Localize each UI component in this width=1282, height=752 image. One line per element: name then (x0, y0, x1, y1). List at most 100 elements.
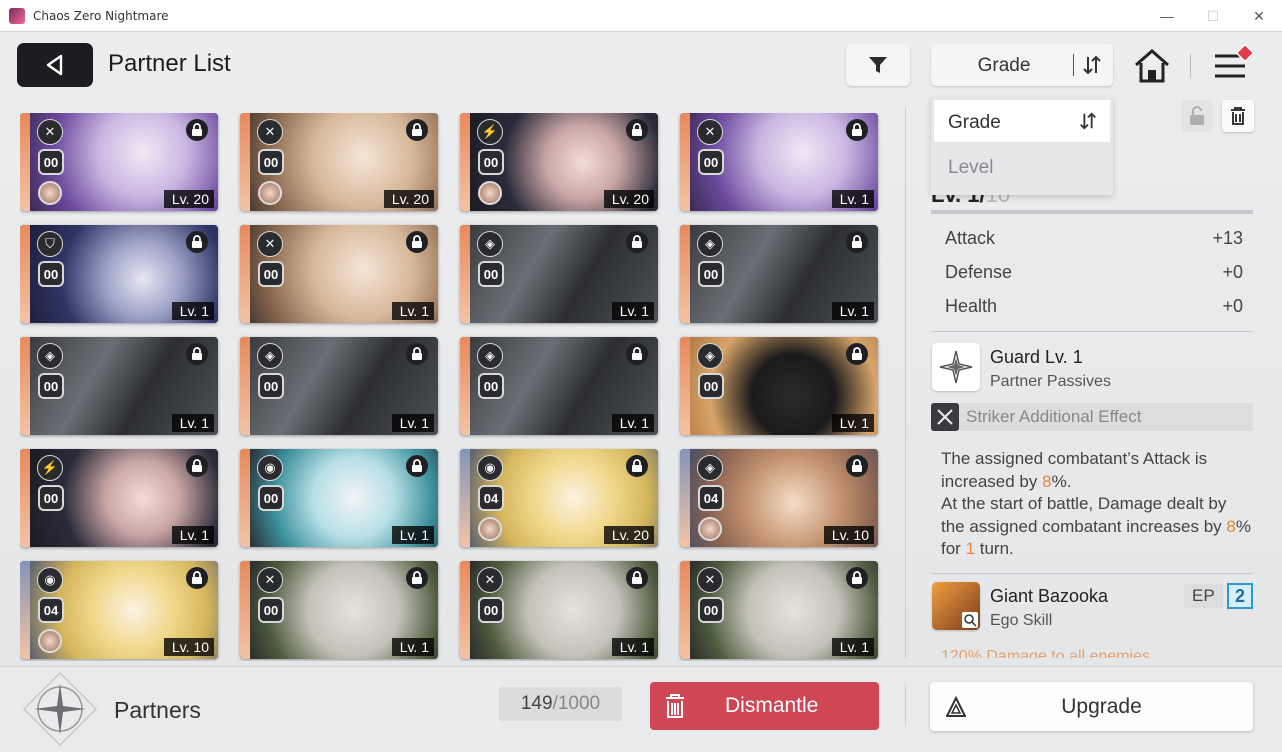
partner-card[interactable]: ◈ 00 Lv. 1 (680, 337, 878, 435)
partner-level-badge: Lv. 10 (163, 638, 214, 656)
partner-count-badge: 00 (478, 149, 504, 175)
partner-card[interactable]: ✕ 00 Lv. 1 (680, 113, 878, 211)
lock-icon[interactable] (186, 231, 208, 253)
assigned-combatant-avatar (478, 517, 502, 541)
lock-icon[interactable] (626, 567, 648, 589)
partner-card[interactable]: ✕ 00 Lv. 20 (240, 113, 438, 211)
lock-icon[interactable] (626, 455, 648, 477)
partner-count-badge: 00 (38, 373, 64, 399)
minimize-button[interactable]: — (1144, 0, 1190, 32)
count-max: 1000 (557, 693, 601, 714)
partner-card[interactable]: ✕ 00 Lv. 1 (240, 561, 438, 659)
hunter-icon: ◈ (257, 343, 283, 369)
partner-count-badge: 04 (478, 485, 504, 511)
passive-skill-icon[interactable] (932, 343, 980, 391)
striker-icon: ✕ (257, 231, 283, 257)
partner-card[interactable]: ✕ 00 Lv. 1 (460, 561, 658, 659)
assigned-combatant-avatar (698, 517, 722, 541)
partner-card[interactable]: ◉ 04 Lv. 10 (20, 561, 218, 659)
partner-level-badge: Lv. 10 (823, 526, 874, 544)
partner-card[interactable]: ⛉ 00 Lv. 1 (20, 225, 218, 323)
filter-button[interactable] (846, 44, 910, 86)
ego-skill-description: 120% Damage to all enemies (941, 648, 1151, 658)
vanguard-icon: ⛉ (37, 231, 63, 257)
maximize-button[interactable]: ☐ (1190, 0, 1236, 32)
desc-value: 8 (1042, 471, 1052, 491)
stat-name: Health (945, 296, 998, 316)
partner-card[interactable]: ⚡ 00 Lv. 20 (460, 113, 658, 211)
partner-level-badge: Lv. 1 (171, 526, 214, 544)
close-button[interactable]: ✕ (1236, 0, 1282, 32)
lock-icon[interactable] (186, 343, 208, 365)
window-titlebar: Chaos Zero Nightmare — ☐ ✕ (0, 0, 1282, 32)
delete-button[interactable] (1222, 100, 1254, 132)
striker-icon: ✕ (257, 119, 283, 145)
class-effect-bar: Striker Additional Effect (931, 403, 1253, 431)
partner-card[interactable]: ⚡ 00 Lv. 1 (20, 449, 218, 547)
dismantle-button[interactable]: Dismantle (650, 682, 879, 730)
lock-icon[interactable] (626, 343, 648, 365)
ego-skill-name: Giant Bazooka (990, 586, 1109, 606)
partner-level-badge: Lv. 20 (603, 526, 654, 544)
hunter-icon: ◈ (477, 231, 503, 257)
upgrade-button[interactable]: Upgrade (930, 682, 1253, 731)
lock-icon[interactable] (846, 567, 868, 589)
filter-icon (869, 57, 887, 73)
lock-icon[interactable] (846, 455, 868, 477)
home-icon[interactable] (1133, 48, 1171, 84)
partner-count-badge: 00 (258, 485, 284, 511)
stat-name: Defense (945, 262, 1013, 282)
partner-level-badge: Lv. 1 (391, 638, 434, 656)
partner-count-badge: 00 (698, 149, 724, 175)
lock-icon[interactable] (406, 455, 428, 477)
assigned-combatant-avatar (258, 181, 282, 205)
lock-icon[interactable] (406, 119, 428, 141)
partner-card[interactable]: ✕ 00 Lv. 20 (20, 113, 218, 211)
sort-option-grade[interactable]: Grade (934, 100, 1110, 142)
partner-card[interactable]: ✕ 00 Lv. 1 (680, 561, 878, 659)
partner-card[interactable]: ◈ 00 Lv. 1 (240, 337, 438, 435)
partner-count-badge: 00 (38, 485, 64, 511)
sort-order-icon[interactable] (1081, 54, 1103, 76)
partner-card[interactable]: ◈ 04 Lv. 10 (680, 449, 878, 547)
lock-icon[interactable] (406, 567, 428, 589)
partner-card[interactable]: ◈ 00 Lv. 1 (460, 225, 658, 323)
lock-icon[interactable] (186, 455, 208, 477)
dismantle-label: Dismantle (725, 694, 819, 717)
partner-card[interactable]: ◈ 00 Lv. 1 (680, 225, 878, 323)
hunter-icon: ◈ (37, 343, 63, 369)
partner-card[interactable]: ◉ 04 Lv. 20 (460, 449, 658, 547)
partner-card[interactable]: ✕ 00 Lv. 1 (240, 225, 438, 323)
partner-card[interactable]: ◈ 00 Lv. 1 (460, 337, 658, 435)
sort-button[interactable]: Grade (931, 44, 1113, 86)
lock-icon[interactable] (846, 119, 868, 141)
lock-icon[interactable] (626, 119, 648, 141)
divider (931, 331, 1253, 332)
partner-card[interactable]: ◈ 00 Lv. 1 (20, 337, 218, 435)
striker-icon: ✕ (697, 567, 723, 593)
back-button[interactable] (17, 43, 93, 87)
count-current: 149 (520, 693, 553, 714)
lock-icon[interactable] (846, 343, 868, 365)
lock-icon[interactable] (406, 231, 428, 253)
sort-option-level[interactable]: Level (934, 145, 1110, 187)
partner-count-badge: 00 (38, 261, 64, 287)
lock-icon[interactable] (626, 231, 648, 253)
trash-icon (666, 694, 684, 718)
stat-value: +0 (1222, 262, 1243, 282)
desc-text: The assigned combatant’s Attack is incre… (941, 449, 1208, 491)
class-effect-label: Striker Additional Effect (966, 407, 1142, 426)
lock-icon[interactable] (186, 567, 208, 589)
lock-toggle-button[interactable] (1181, 100, 1213, 132)
partner-card[interactable]: ◉ 00 Lv. 1 (240, 449, 438, 547)
assigned-combatant-avatar (38, 629, 62, 653)
lock-icon[interactable] (186, 119, 208, 141)
partner-count-badge: 00 (698, 261, 724, 287)
ranger-icon: ⚡ (477, 119, 503, 145)
ego-skill-icon[interactable] (932, 582, 980, 630)
menu-icon[interactable] (1212, 44, 1262, 84)
lock-icon[interactable] (406, 343, 428, 365)
lock-icon[interactable] (846, 231, 868, 253)
back-arrow-icon (46, 54, 63, 76)
sort-option-grade-label: Grade (948, 112, 1001, 133)
